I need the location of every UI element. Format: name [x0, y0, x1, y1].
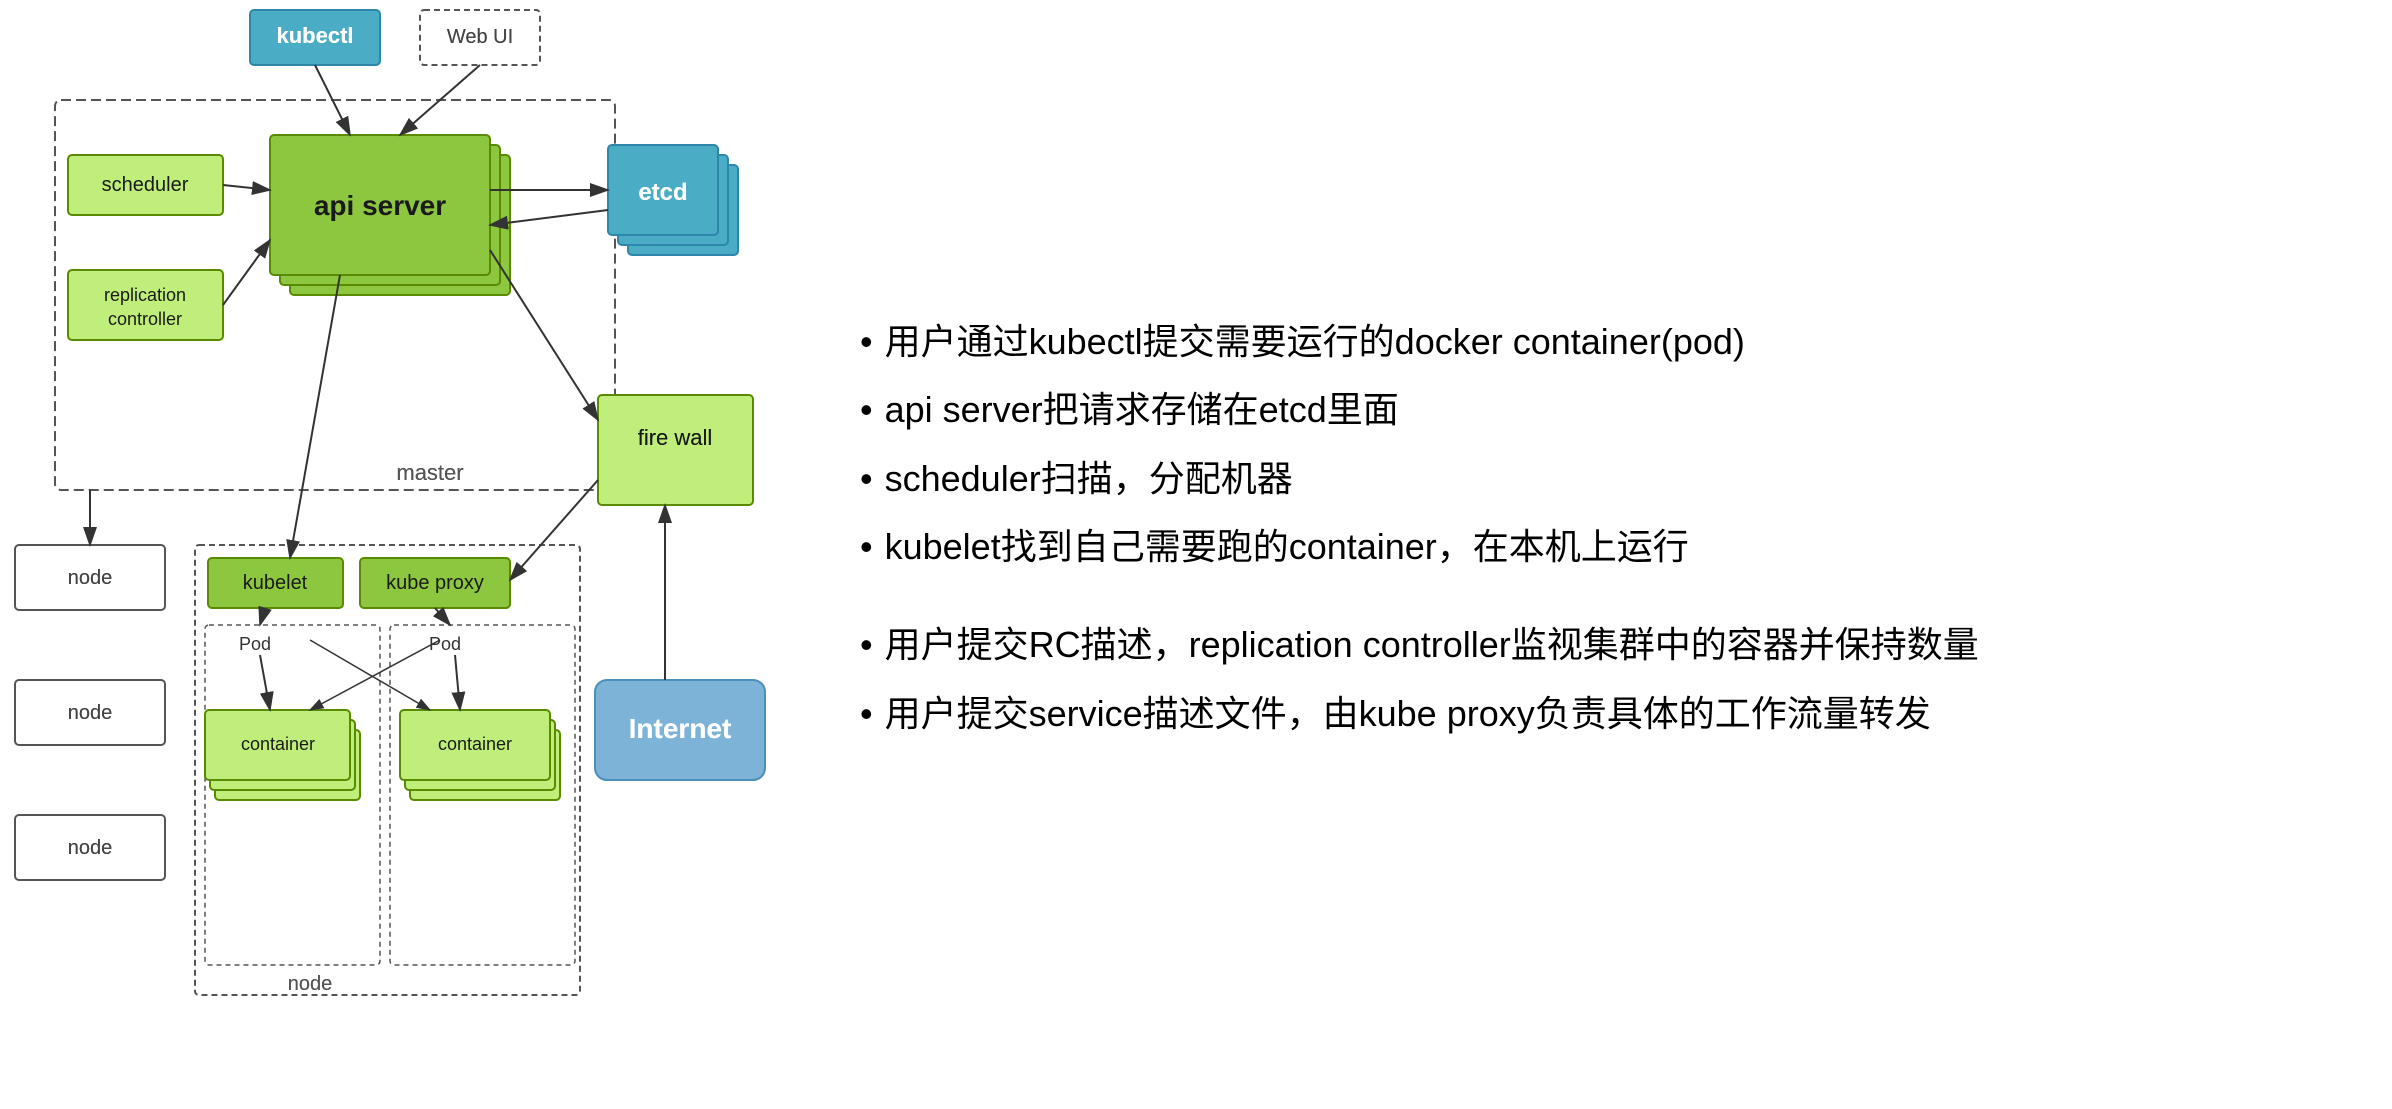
- api-server-label: api server: [314, 190, 446, 221]
- bullet-dot-6: •: [860, 689, 873, 739]
- replication-controller-label2: controller: [108, 309, 182, 329]
- svg-text:node: node: [68, 567, 113, 589]
- bullet-item-6: • 用户提交service描述文件，由kube proxy负责具体的工作流量转发: [860, 689, 2352, 739]
- svg-text:kubectl: kubectl: [276, 23, 353, 48]
- bullet-item-3: • scheduler扫描，分配机器: [860, 454, 2352, 504]
- description-panel: • 用户通过kubectl提交需要运行的docker container(pod…: [820, 0, 2392, 1104]
- bullet-item-5: • 用户提交RC描述，replication controller监视集群中的容…: [860, 620, 2352, 670]
- container-label1: container: [241, 734, 315, 754]
- bullet-dot-4: •: [860, 522, 873, 572]
- bullet-dot-1: •: [860, 317, 873, 367]
- bullet-section-2: • 用户提交RC描述，replication controller监视集群中的容…: [860, 620, 2352, 757]
- bullet-text-6: 用户提交service描述文件，由kube proxy负责具体的工作流量转发: [885, 689, 2352, 739]
- bullet-dot-2: •: [860, 385, 873, 435]
- bullet-text-1: 用户通过kubectl提交需要运行的docker container(pod): [885, 317, 2352, 367]
- bullet-dot-3: •: [860, 454, 873, 504]
- svg-text:fire wall: fire wall: [638, 425, 713, 450]
- kube-proxy-label: kube proxy: [386, 572, 484, 594]
- svg-text:Web UI: Web UI: [447, 26, 513, 48]
- svg-text:master: master: [396, 460, 463, 485]
- svg-text:Internet: Internet: [629, 713, 732, 744]
- bullet-item-4: • kubelet找到自己需要跑的container，在本机上运行: [860, 522, 2352, 572]
- svg-text:etcd: etcd: [638, 179, 687, 206]
- bullet-item-2: • api server把请求存储在etcd里面: [860, 385, 2352, 435]
- svg-text:node: node: [288, 973, 333, 995]
- scheduler-label: scheduler: [102, 174, 189, 196]
- svg-text:node: node: [68, 702, 113, 724]
- bullet-text-5: 用户提交RC描述，replication controller监视集群中的容器并…: [885, 620, 2352, 670]
- diagram-panel: kubectl Web UI master api server schedul…: [0, 0, 820, 1104]
- bullet-section-1: • 用户通过kubectl提交需要运行的docker container(pod…: [860, 317, 2352, 591]
- kubelet-label: kubelet: [243, 572, 308, 594]
- pod-label1: Pod: [239, 634, 271, 654]
- bullet-text-4: kubelet找到自己需要跑的container，在本机上运行: [885, 522, 2352, 572]
- bullet-text-3: scheduler扫描，分配机器: [885, 454, 2352, 504]
- bullet-text-2: api server把请求存储在etcd里面: [885, 385, 2352, 435]
- bullet-dot-5: •: [860, 620, 873, 670]
- bullet-item-1: • 用户通过kubectl提交需要运行的docker container(pod…: [860, 317, 2352, 367]
- container-label2: container: [438, 734, 512, 754]
- replication-controller-label: replication: [104, 285, 186, 305]
- svg-text:node: node: [68, 837, 113, 859]
